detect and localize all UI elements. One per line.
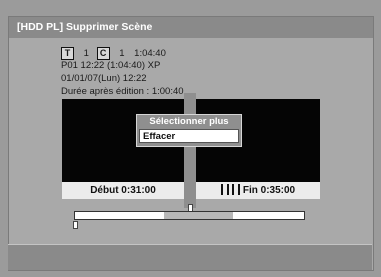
- program-info: P01 12:22 (1:04:40) XP: [61, 60, 161, 71]
- title-chapter-line: T 1 C 1 1:04:40: [61, 47, 166, 60]
- popup-title: Sélectionner plus: [149, 116, 229, 127]
- end-caption: Fin 0:35:00: [196, 182, 320, 199]
- duration-after-edit: Durée après édition : 1:00:40: [61, 86, 184, 97]
- start-caption: Début 0:31:00: [62, 182, 184, 199]
- bottom-bar: [8, 244, 372, 270]
- record-date: 01/01/07(Lun) 12:22: [61, 73, 147, 84]
- title-badge: T: [61, 47, 74, 60]
- title-number: 1: [83, 48, 89, 60]
- chapter-badge: C: [96, 47, 110, 60]
- timeline-bar[interactable]: [74, 211, 305, 220]
- preview-divider: [184, 93, 196, 208]
- erase-menu-item[interactable]: Effacer: [139, 129, 239, 143]
- chapter-number: 1: [119, 48, 125, 60]
- timeline-selection: [164, 212, 233, 219]
- pause-icon: [231, 183, 240, 195]
- start-marker[interactable]: [73, 221, 78, 229]
- total-time: 1:04:40: [134, 48, 166, 60]
- end-caption-text: Fin 0:35:00: [242, 185, 296, 196]
- pause-icon: [220, 183, 229, 195]
- select-more-popup: Sélectionner plus Effacer: [136, 114, 242, 147]
- page-title: [HDD PL] Supprimer Scène: [9, 17, 373, 38]
